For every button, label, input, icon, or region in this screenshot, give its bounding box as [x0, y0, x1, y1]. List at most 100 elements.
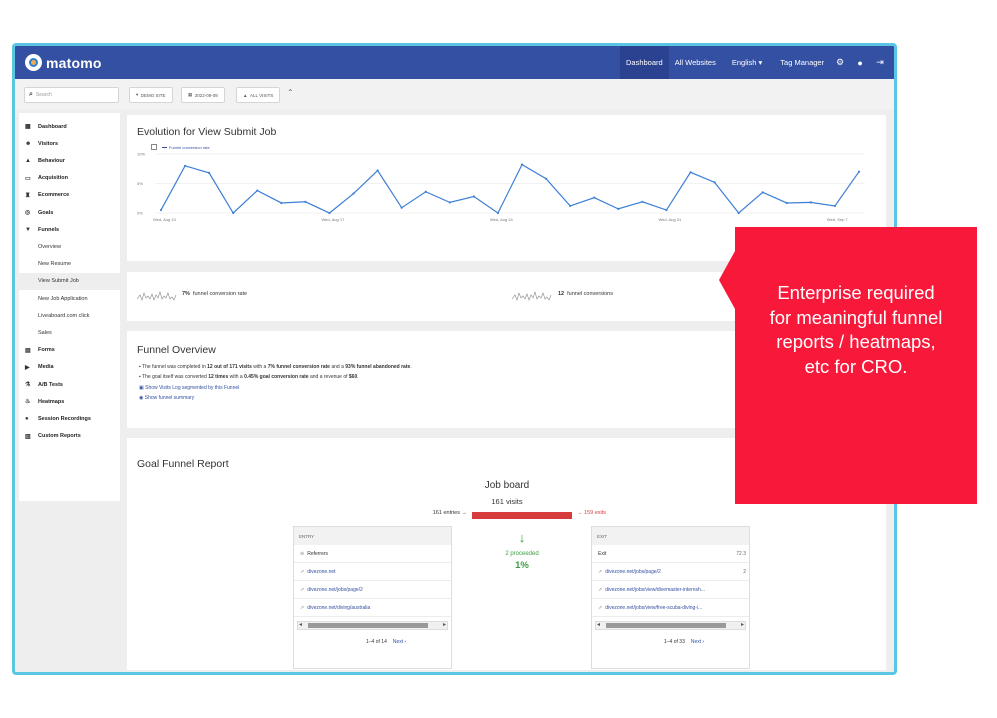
site-selector[interactable]: ▾ DEMO SITE	[129, 87, 173, 103]
sidebar-item-visitors[interactable]: ☻ Visitors	[19, 135, 120, 152]
data-point[interactable]	[641, 200, 644, 203]
data-point[interactable]	[785, 201, 788, 205]
data-point[interactable]	[400, 206, 403, 209]
sidebar-item-custom-reports[interactable]: ▥ Custom Reports	[19, 428, 120, 445]
data-point[interactable]	[593, 196, 596, 199]
data-point[interactable]	[352, 192, 355, 195]
sidebar-item-label: Funnels	[38, 226, 60, 233]
show-visits-log-link[interactable]: ▣ Show Visits Log segmented by this Funn…	[139, 385, 239, 391]
sidebar-item-behaviour[interactable]: ▲ Behaviour	[19, 152, 120, 169]
data-point[interactable]	[448, 201, 451, 204]
show-funnel-summary-link[interactable]: ◉ Show funnel summary	[139, 395, 194, 401]
data-point[interactable]	[569, 204, 572, 208]
sidebar-item-new-job-application[interactable]: New Job Application	[19, 290, 120, 307]
funnel-exit-bar	[472, 512, 572, 519]
segment-selector[interactable]: ▲ ALL VISITS	[236, 87, 281, 103]
data-point[interactable]	[809, 201, 812, 204]
entry-row-referrers[interactable]: ⊕ Referrers	[294, 545, 451, 563]
entry-row-3[interactable]: ⇗ divezone.net/diving/australia	[294, 599, 451, 617]
data-point[interactable]	[545, 177, 548, 180]
data-point[interactable]	[280, 201, 283, 205]
sidebar-item-label: Ecommerce	[38, 192, 70, 199]
sidebar-item-media[interactable]: ▶ Media	[19, 359, 120, 376]
nav-tag-manager[interactable]: Tag Manager	[774, 46, 830, 79]
data-point[interactable]	[183, 164, 187, 167]
scroll-right-icon[interactable]: ▸	[741, 621, 744, 628]
nav-language-select[interactable]: English ▾	[726, 46, 768, 79]
data-point[interactable]	[665, 208, 668, 212]
exit-next-link[interactable]: Next ›	[691, 639, 704, 645]
sidebar-item-new-resume[interactable]: New Resume	[19, 256, 120, 273]
data-point[interactable]	[328, 211, 331, 215]
matomo-logo[interactable]: matomo	[25, 54, 102, 71]
exit-row-2[interactable]: ⇗ divezone.net/jobs/view/divemaster-inter…	[592, 581, 749, 599]
data-point[interactable]	[232, 211, 235, 215]
data-point[interactable]	[304, 200, 307, 203]
date-selector[interactable]: ▦ 2022-09-08	[181, 87, 225, 103]
external-link-icon: ⇗	[300, 568, 305, 575]
exit-row-1[interactable]: ⇗ divezone.net/jobs/page/2 2	[592, 563, 749, 581]
entry-scroll-thumb[interactable]	[308, 623, 428, 628]
data-point[interactable]	[761, 191, 764, 194]
entry-next-link[interactable]: Next ›	[393, 639, 406, 645]
collapse-caret-icon[interactable]: ⌃	[287, 88, 294, 97]
nav-dashboard[interactable]: Dashboard	[620, 46, 669, 79]
entry-pager: 1–4 of 14 Next ›	[366, 639, 407, 645]
exit-row-3[interactable]: ⇗ divezone.net/jobs/view/free-scuba-divin…	[592, 599, 749, 617]
entry-row-1[interactable]: ⇗ divezone.net	[294, 563, 451, 581]
data-point[interactable]	[833, 204, 837, 208]
funnel-icon: ▼	[25, 226, 31, 233]
data-point[interactable]	[496, 211, 500, 215]
conversions-metric: 12 funnel conversions	[558, 291, 613, 297]
overview-completion-text: ▪ The funnel was completed in 12 out of …	[139, 364, 412, 370]
sidebar-item-label: Acquisition	[38, 175, 68, 182]
exit-table-scrollbar[interactable]: ◂ ▸	[595, 621, 746, 630]
exit-row-exit[interactable]: Exit 72.3	[592, 545, 749, 563]
scroll-left-icon[interactable]: ◂	[597, 621, 600, 628]
entry-table-scrollbar[interactable]: ◂ ▸	[297, 621, 448, 630]
scroll-left-icon[interactable]: ◂	[299, 621, 302, 628]
monitor-icon: ▭	[25, 175, 31, 182]
data-point[interactable]	[689, 171, 692, 174]
sidebar-item-funnels[interactable]: ▼ Funnels	[19, 221, 120, 238]
sidebar-item-view-submit-job[interactable]: View Submit Job	[19, 272, 120, 290]
sidebar-item-dashboard[interactable]: ▦ Dashboard	[19, 118, 120, 135]
sidebar-item-heatmaps[interactable]: ♨ Heatmaps	[19, 393, 120, 410]
logout-icon[interactable]: ⇥	[870, 57, 890, 68]
sidebar-item-forms[interactable]: ▤ Forms	[19, 342, 120, 359]
entry-row-2[interactable]: ⇗ divezone.net/jobs/page/2	[294, 581, 451, 599]
x-tick-label: Wed, Aug 17	[321, 217, 345, 222]
data-point[interactable]	[520, 163, 524, 166]
sidebar-item-acquisition[interactable]: ▭ Acquisition	[19, 170, 120, 187]
data-point[interactable]	[208, 171, 211, 174]
report-icon: ▥	[25, 433, 31, 440]
sidebar-item-overview[interactable]: Overview	[19, 238, 120, 255]
data-point[interactable]	[424, 190, 427, 193]
info-icon[interactable]: ●	[850, 58, 870, 68]
sidebar-item-goals[interactable]: ◎ Goals	[19, 204, 120, 221]
exit-scroll-thumb[interactable]	[606, 623, 726, 628]
data-point[interactable]	[857, 170, 861, 173]
search-icon: ⌕	[29, 91, 33, 98]
funnel-step-visits: 161 visits	[491, 497, 523, 506]
sidebar-item-label: Heatmaps	[38, 398, 65, 405]
data-point[interactable]	[376, 169, 379, 172]
data-point[interactable]	[617, 207, 620, 210]
sidebar-item-a-b-tests[interactable]: ⚗ A/B Tests	[19, 376, 120, 393]
sidebar-item-session-recordings[interactable]: ● Session Recordings	[19, 410, 120, 427]
sidebar-item-ecommerce[interactable]: ♜ Ecommerce	[19, 187, 120, 204]
data-point[interactable]	[472, 195, 475, 198]
search-input[interactable]: ⌕ Search	[24, 87, 119, 103]
series-line-funnel-conversion-rate[interactable]	[160, 163, 860, 214]
sidebar-item-sales[interactable]: Sales	[19, 324, 120, 341]
gear-icon[interactable]: ⚙	[830, 57, 850, 68]
data-point[interactable]	[713, 181, 716, 184]
sidebar-item-liveaboard-com-click[interactable]: Liveaboard.com click	[19, 307, 120, 324]
data-point[interactable]	[737, 211, 740, 215]
scroll-right-icon[interactable]: ▸	[443, 621, 446, 628]
data-point[interactable]	[256, 189, 259, 192]
control-bar: ⌕ Search ▾ DEMO SITE ▦ 2022-09-08 ▲ ALL …	[15, 79, 894, 109]
nav-all-websites[interactable]: All Websites	[669, 46, 722, 79]
data-point[interactable]	[159, 208, 163, 212]
sidebar-item-label: Custom Reports	[38, 433, 81, 440]
